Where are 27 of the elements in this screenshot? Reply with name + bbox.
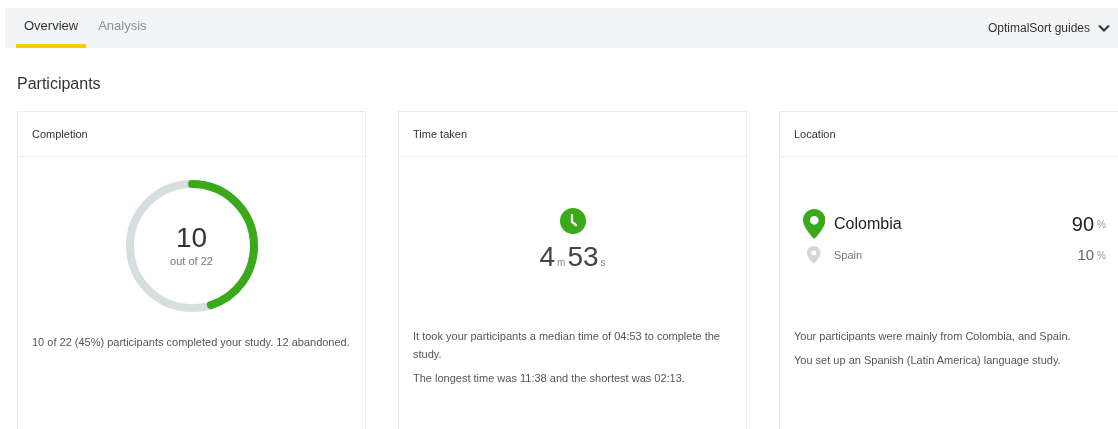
seconds-unit: s (600, 256, 606, 270)
section-title: Participants (17, 74, 102, 94)
country-name: Spain (834, 247, 864, 263)
minutes-unit: m (557, 256, 566, 270)
country-name: Colombia (834, 214, 903, 234)
country-percent: 10 (1077, 244, 1095, 265)
location-pin-icon (807, 246, 821, 264)
seconds-value: 53 (567, 240, 599, 274)
count-caption: out of 22 (170, 253, 213, 269)
card-title: Location (794, 126, 836, 142)
tab[interactable]: Overview (16, 8, 87, 48)
location-pin-icon (802, 209, 826, 239)
card-title: Completion (32, 126, 88, 142)
percent-unit: % (1097, 217, 1106, 232)
time-description: The longest time was 11:38 and the shortest was 02:13. (413, 371, 686, 386)
location-description: Your participants were mainly from Colombia, and Spain. (794, 329, 1072, 344)
card-title: Time taken (413, 126, 467, 142)
country-percent: 90 (1071, 212, 1095, 237)
completion-description: 10 of 22 (45%) participants completed your study. 12 abandoned. (32, 335, 351, 350)
percent-unit: % (1097, 248, 1106, 263)
completed-count: 10 (175, 222, 208, 253)
location-description: You set up an Spanish (Latin America) language study. (794, 353, 1062, 368)
clock-icon (559, 208, 586, 234)
time-description: It took your participants a median time of 04:53 to complete the study. (413, 329, 721, 362)
minutes-value: 4 (539, 240, 556, 274)
guides-menu[interactable]: OptimalSort guides (987, 8, 1110, 48)
chevron-down-icon (1098, 24, 1110, 32)
